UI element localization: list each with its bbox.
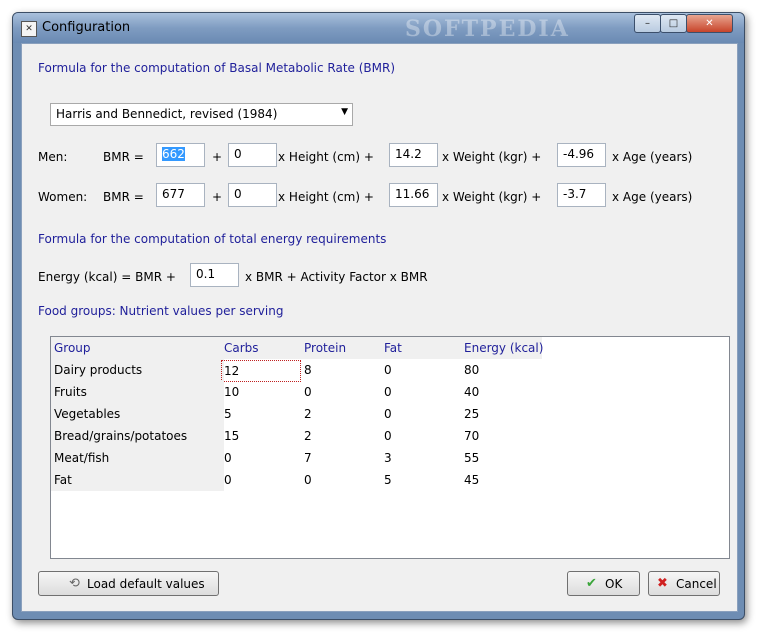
women-label: Women: (38, 190, 88, 204)
table-cell[interactable]: 0 (384, 425, 392, 447)
table-cell[interactable]: 7 (304, 447, 312, 469)
load-default-values-button[interactable]: ⟲ Load default values (38, 571, 219, 596)
women-bmr-label: BMR = (103, 190, 144, 204)
row-group-cell: Fruits (51, 381, 224, 403)
dialog-body: Formula for the computation of Basal Met… (21, 43, 738, 612)
row-group-cell: Fat (51, 469, 224, 491)
app-icon: ✕ (21, 21, 37, 37)
table-cell[interactable]: 45 (464, 469, 479, 491)
men-bmr-label: BMR = (103, 150, 144, 164)
cancel-label: Cancel (676, 577, 717, 591)
table-cell[interactable]: 10 (224, 381, 239, 403)
men-height-label: x Height (cm) + (278, 150, 374, 164)
men-height-field[interactable]: 0 (228, 143, 277, 167)
title-bar[interactable]: ✕ Configuration SOFTPEDIA – □ ✕ (13, 13, 744, 43)
food-groups-heading: Food groups: Nutrient values per serving (38, 304, 284, 318)
table-cell[interactable]: 5 (384, 469, 392, 491)
table-cell[interactable]: 0 (384, 403, 392, 425)
window-title: Configuration (42, 20, 131, 35)
column-header-fat[interactable]: Fat (381, 337, 464, 359)
bmr-formula-dropdown[interactable]: Harris and Bennedict, revised (1984) ▼ (50, 103, 353, 126)
energy-suffix: x BMR + Activity Factor x BMR (245, 270, 428, 284)
women-age-label: x Age (years) (612, 190, 693, 204)
maximize-button[interactable]: □ (660, 14, 687, 33)
women-age-field[interactable]: -3.7 (557, 183, 606, 207)
men-plus: + (212, 150, 223, 164)
table-cell[interactable]: 15 (224, 425, 239, 447)
table-cell[interactable]: 0 (384, 381, 392, 403)
table-cell[interactable]: 8 (304, 359, 312, 381)
column-header-group[interactable]: Group (51, 337, 224, 359)
men-label: Men: (38, 150, 68, 164)
table-cell[interactable]: 0 (224, 469, 232, 491)
table-cell[interactable]: 0 (224, 447, 232, 469)
column-header-energy[interactable]: Energy (kcal) (461, 337, 543, 359)
table-cell-editing[interactable]: 12 (221, 360, 301, 382)
ok-button[interactable]: ✔ OK (567, 571, 640, 596)
table-cell[interactable]: 2 (304, 425, 312, 447)
row-group-cell: Meat/fish (51, 447, 224, 469)
cancel-button[interactable]: ✖ Cancel (648, 571, 720, 596)
energy-factor-field[interactable]: 0.1 (190, 263, 239, 287)
column-header-carbs[interactable]: Carbs (221, 337, 304, 359)
check-icon: ✔ (586, 576, 597, 591)
load-default-values-label: Load default values (87, 577, 205, 591)
configuration-window: ✕ Configuration SOFTPEDIA – □ ✕ Formula … (12, 12, 745, 620)
bmr-heading: Formula for the computation of Basal Met… (38, 61, 396, 75)
women-constant-field[interactable]: 677 (156, 183, 205, 207)
dropdown-arrow-icon: ▼ (341, 107, 348, 117)
women-height-field[interactable]: 0 (228, 183, 277, 207)
row-group-cell: Dairy products (51, 359, 224, 381)
energy-prefix: Energy (kcal) = BMR + (38, 270, 176, 284)
table-cell[interactable]: 25 (464, 403, 479, 425)
table-cell[interactable]: 5 (224, 403, 232, 425)
table-cell[interactable]: 80 (464, 359, 479, 381)
men-age-label: x Age (years) (612, 150, 693, 164)
table-cell[interactable]: 0 (384, 359, 392, 381)
table-cell[interactable]: 70 (464, 425, 479, 447)
women-weight-field[interactable]: 11.66 (389, 183, 438, 207)
men-weight-label: x Weight (kgr) + (442, 150, 542, 164)
table-cell[interactable]: 40 (464, 381, 479, 403)
load-defaults-icon: ⟲ (69, 576, 80, 591)
energy-heading: Formula for the computation of total ene… (38, 232, 387, 246)
women-height-label: x Height (cm) + (278, 190, 374, 204)
food-groups-table[interactable]: Group Carbs Protein Fat Energy (kcal) Da… (50, 336, 730, 559)
men-age-field[interactable]: -4.96 (557, 143, 606, 167)
cancel-x-icon: ✖ (657, 576, 668, 591)
table-cell[interactable]: 0 (304, 381, 312, 403)
men-constant-value: 662 (162, 147, 185, 161)
close-button[interactable]: ✕ (686, 14, 733, 33)
table-cell[interactable]: 0 (304, 469, 312, 491)
watermark: SOFTPEDIA (405, 16, 570, 42)
table-cell[interactable]: 3 (384, 447, 392, 469)
ok-label: OK (605, 577, 623, 591)
table-cell[interactable]: 55 (464, 447, 479, 469)
row-group-cell: Bread/grains/potatoes (51, 425, 224, 447)
women-weight-label: x Weight (kgr) + (442, 190, 542, 204)
row-group-cell: Vegetables (51, 403, 224, 425)
women-plus: + (212, 190, 223, 204)
men-weight-field[interactable]: 14.2 (389, 143, 438, 167)
men-constant-field[interactable]: 662 (156, 143, 205, 167)
bmr-formula-value: Harris and Bennedict, revised (1984) (56, 107, 278, 121)
column-header-protein[interactable]: Protein (301, 337, 384, 359)
table-cell[interactable]: 2 (304, 403, 312, 425)
minimize-button[interactable]: – (634, 14, 661, 33)
